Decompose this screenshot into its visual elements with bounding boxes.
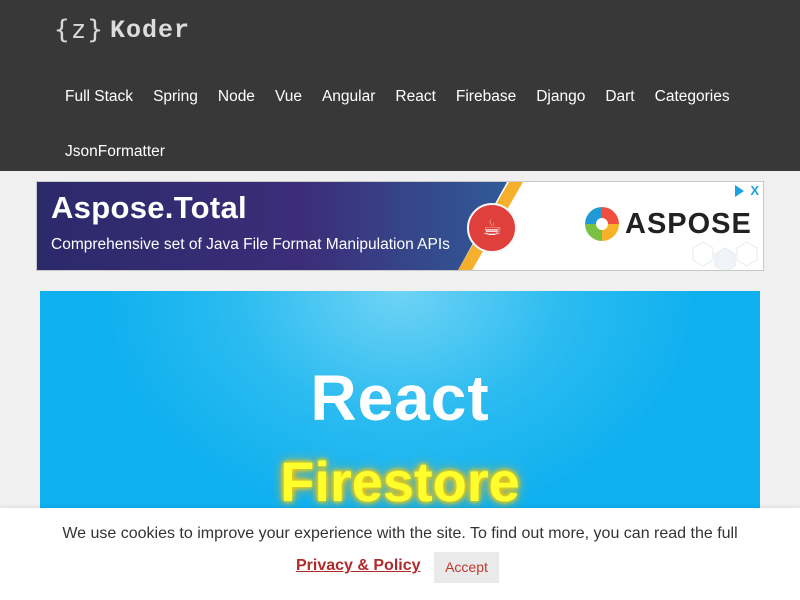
hero-title: React: [310, 362, 490, 434]
site-logo[interactable]: {z} Koder: [54, 12, 190, 48]
ad-banner[interactable]: Aspose.Total Comprehensive set of Java F…: [36, 181, 764, 271]
hero-image: React Firestore: [40, 291, 760, 521]
logo-text: Koder: [109, 15, 190, 45]
nav-item-dart[interactable]: Dart: [595, 84, 644, 110]
privacy-policy-link[interactable]: Privacy & Policy: [296, 557, 421, 575]
nav-item-firebase[interactable]: Firebase: [446, 84, 526, 110]
ad-choices[interactable]: X: [735, 183, 759, 198]
nav-item-django[interactable]: Django: [526, 84, 595, 110]
adchoices-icon[interactable]: [735, 184, 745, 197]
nav-item-node[interactable]: Node: [208, 84, 265, 110]
aspose-brand-text: ASPOSE: [625, 207, 752, 240]
nav-item-jsonformatter[interactable]: JsonFormatter: [55, 139, 175, 165]
site-header: {z} Koder Full Stack Spring Node Vue Ang…: [0, 0, 800, 171]
ad-close-icon[interactable]: X: [750, 183, 759, 198]
ad-title: Aspose.Total: [51, 190, 247, 225]
cookie-message: We use cookies to improve your experienc…: [62, 525, 738, 542]
java-cup-icon: ☕: [467, 203, 517, 253]
nav-item-vue[interactable]: Vue: [265, 84, 312, 110]
nav-item-categories[interactable]: Categories: [645, 84, 740, 110]
accept-cookies-button[interactable]: Accept: [434, 552, 499, 583]
nav-item-react[interactable]: React: [385, 84, 446, 110]
logo-brace: {z}: [54, 15, 104, 45]
cookie-consent-bar: We use cookies to improve your experienc…: [0, 508, 800, 600]
nav-item-angular[interactable]: Angular: [312, 84, 385, 110]
main-nav-row-2: JsonFormatter: [55, 139, 175, 165]
ad-subtitle: Comprehensive set of Java File Format Ma…: [51, 236, 450, 253]
nav-item-spring[interactable]: Spring: [143, 84, 208, 110]
aspose-mark-icon: [585, 207, 619, 241]
hexagon-pattern-icon: [692, 241, 758, 270]
main-nav: Full Stack Spring Node Vue Angular React…: [55, 84, 740, 110]
nav-item-full-stack[interactable]: Full Stack: [55, 84, 143, 110]
aspose-logo: ASPOSE: [585, 207, 752, 241]
hero-subtitle: Firestore: [280, 450, 520, 513]
